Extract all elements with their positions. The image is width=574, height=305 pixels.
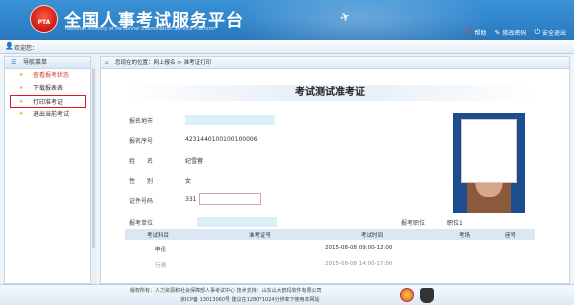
sidebar-header: ☰ 导航菜单 (5, 57, 95, 69)
table-row: 行测 2015-08-08 14:00-17:00 (155, 261, 393, 269)
sidebar-item-download[interactable]: ★ 下载报表表 (5, 82, 95, 95)
breadcrumb: ⌂ 您现在的位置：网上报名 > 准考证打印 (101, 57, 569, 69)
candidate-photo (453, 113, 525, 213)
admission-card-title: 考试测试准考证 (125, 85, 535, 101)
change-password-link[interactable]: ✎ 修改密码 (494, 28, 527, 38)
logo-text: PTA (37, 19, 51, 26)
redacted-bar (185, 115, 275, 125)
welcome-text: 欢迎您： (14, 45, 39, 52)
scrollbar-thumb[interactable] (92, 68, 95, 248)
footer-icp: 京ICP备 13013060号 建议在1280*1024分辨率下使用本网站 (180, 297, 320, 303)
main-content: ⌂ 您现在的位置：网上报名 > 准考证打印 考试测试准考证 报名地市 报名序号 … (100, 56, 570, 284)
cyber-police-icon[interactable] (420, 288, 434, 303)
sidebar-item-status[interactable]: ★ 查看报考状态 (5, 69, 95, 82)
photo-redaction (461, 119, 517, 183)
top-links: ❓ 帮助 ✎ 修改密码 ⏻ 安全退出 (464, 28, 566, 37)
edit-password-icon: ✎ (494, 28, 501, 37)
logout-link[interactable]: ⏻ 安全退出 (534, 28, 566, 37)
sidebar: ☰ 导航菜单 ★ 查看报考状态 ★ 下载报表表 ★ 打印准考证 ★ 退出当前考试 (4, 56, 96, 284)
table-header: 考试科目 准考证号 考试时间 考场 座号 (125, 229, 535, 240)
help-link[interactable]: ❓ 帮助 (463, 28, 487, 38)
table-row: 申论 2015-08-08 09:00-12:00 (155, 245, 393, 253)
redacted-box (199, 193, 261, 205)
home-icon: ⌂ (105, 60, 109, 66)
footer-copyright: 版权所有：人力资源和社会保障部人事考试中心 技术支持：山东山大鸥玛软件有限公司 (130, 288, 322, 294)
header-banner: PTA 全国人事考试服务平台 National Ministry of Pers… (0, 0, 574, 40)
welcome-bar: 👤 欢迎您： (0, 40, 574, 54)
redacted-bar (197, 217, 277, 227)
sidebar-item-print-admission[interactable]: ★ 打印准考证 (10, 95, 86, 108)
site-subtitle: National Ministry of Personnel Examinati… (65, 26, 216, 32)
help-icon: ❓ (463, 28, 473, 37)
star-icon: ★ (19, 85, 24, 91)
row-unit: 报考单位 报考职位 职位1 (125, 215, 535, 229)
star-icon: ★ (19, 111, 24, 117)
sidebar-scrollbar[interactable] (90, 56, 96, 284)
pta-logo: PTA (30, 5, 58, 33)
banner-swoosh (230, 0, 490, 40)
footer: 版权所有：人力资源和社会保障部人事考试中心 技术支持：山东山大鸥玛软件有限公司 … (0, 284, 574, 305)
menu-icon: ☰ (11, 59, 17, 66)
sidebar-item-exit-exam[interactable]: ★ 退出当前考试 (5, 108, 95, 121)
star-icon: ★ (19, 72, 24, 78)
police-badge-icon[interactable] (400, 288, 414, 302)
logout-icon: ⏻ (534, 28, 540, 36)
user-icon: 👤 (5, 42, 14, 50)
